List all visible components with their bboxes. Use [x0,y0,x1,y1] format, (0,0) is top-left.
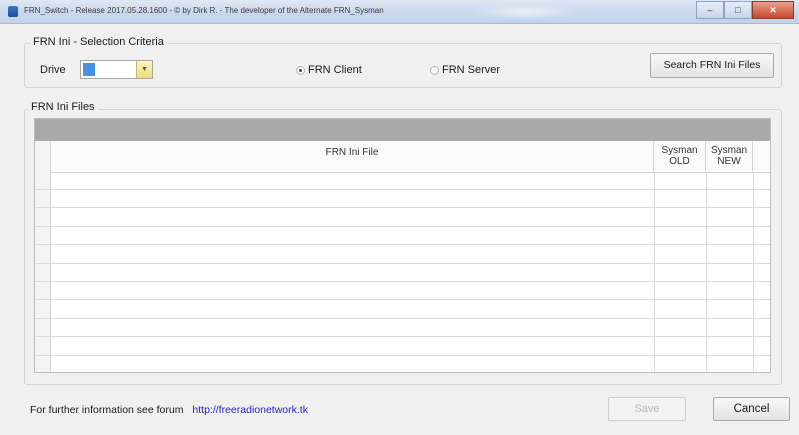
title-glare [470,4,580,20]
table-row[interactable] [35,209,770,227]
table-row[interactable] [35,282,770,301]
frn-server-radio[interactable]: FRN Server [430,64,500,76]
table-row[interactable] [35,356,770,372]
table-group-band [35,119,770,141]
frn-client-label: FRN Client [308,64,362,76]
maximize-icon: □ [735,5,741,15]
app-icon [8,6,18,17]
window-title: FRN_Switch - Release 2017.05.28.1600 - ©… [24,6,384,15]
minimize-icon: – [707,5,713,15]
chevron-down-icon[interactable]: ▼ [136,61,152,78]
table-row[interactable] [35,301,770,319]
column-header-sysman-new[interactable]: Sysman NEW [706,141,753,172]
close-icon: ✕ [769,5,777,15]
column-divider [753,172,754,372]
frn-ini-files-table[interactable]: FRN Ini File Sysman OLD Sysman NEW [34,118,771,373]
forum-link[interactable]: http://freeradionetwork.tk [192,404,308,416]
drive-selected-value [83,63,95,76]
table-row[interactable] [35,319,770,338]
column-header-frn-ini-file[interactable]: FRN Ini File [51,141,654,172]
table-row[interactable] [35,338,770,356]
drive-label: Drive [40,64,66,76]
drive-select[interactable]: ▼ [80,60,153,79]
frn-server-label: FRN Server [442,64,501,76]
column-header-sysman-old[interactable]: Sysman OLD [654,141,706,172]
column-divider [706,172,707,372]
radio-checked-icon[interactable] [296,65,305,75]
radio-unchecked-icon[interactable] [430,65,439,75]
close-button[interactable]: ✕ [752,1,794,19]
table-row[interactable] [35,172,770,190]
cancel-button[interactable]: Cancel [713,397,790,421]
footer-info-text: For further information see forum [30,404,184,416]
selection-criteria-label: FRN Ini - Selection Criteria [30,36,167,48]
title-bar[interactable]: FRN_Switch - Release 2017.05.28.1600 - ©… [0,0,799,24]
save-button[interactable]: Save [608,397,686,421]
table-header: FRN Ini File Sysman OLD Sysman NEW [35,141,770,173]
table-row[interactable] [35,246,770,264]
table-row[interactable] [35,190,770,209]
maximize-button[interactable]: □ [724,1,752,19]
frn-client-radio[interactable]: FRN Client [296,64,362,76]
footer-info: For further information see forum http:/… [30,404,308,416]
table-row[interactable] [35,227,770,246]
minimize-button[interactable]: – [696,1,724,19]
search-frn-ini-files-button[interactable]: Search FRN Ini Files [650,53,774,78]
column-divider [654,172,655,372]
window-controls: – □ ✕ [696,1,794,19]
frn-ini-files-label: FRN Ini Files [28,101,98,113]
table-row[interactable] [35,264,770,282]
